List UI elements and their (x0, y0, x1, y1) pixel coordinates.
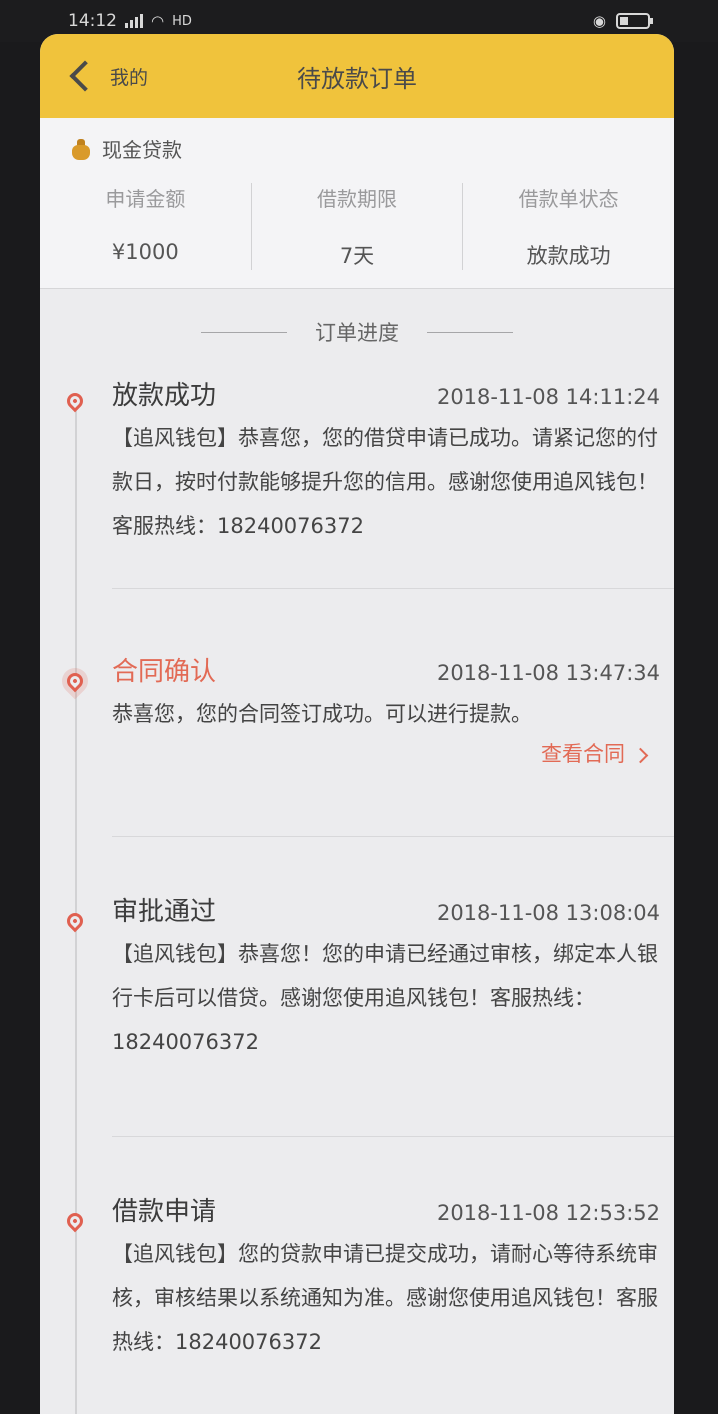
timeline-event: 放款成功 2018-11-08 14:11:24 【追风钱包】恭喜您，您的借贷申… (40, 371, 674, 588)
divider-line (427, 331, 513, 333)
event-time: 2018-11-08 12:53:52 (436, 1201, 660, 1225)
chevron-left-icon (69, 60, 101, 92)
summary-value: 7天 (339, 244, 375, 268)
back-label: 我的 (110, 66, 149, 89)
alarm-icon: ◉ (592, 12, 606, 30)
back-button[interactable]: 我的 (69, 60, 149, 92)
event-time: 2018-11-08 13:47:34 (436, 661, 660, 685)
event-body: 【追风钱包】恭喜您！您的申请已经通过审核，绑定本人银行卡后可以借贷。感谢您使用追… (112, 942, 658, 1054)
hd-badge: HD (172, 13, 192, 29)
summary-title: 现金贷款 (102, 138, 182, 162)
status-time: 14:12 (68, 11, 117, 31)
money-bag-icon (70, 138, 92, 160)
summary-status: 借款单状态 放款成功 (463, 183, 674, 270)
nav-bar: 我的 待放款订单 (40, 34, 674, 118)
progress-title: 订单进度 (315, 321, 399, 345)
timeline-event: 借款申请 2018-11-08 12:53:52 【追风钱包】您的贷款申请已提交… (40, 1137, 674, 1414)
location-drop-icon (63, 1209, 87, 1233)
summary-term: 借款期限 7天 (252, 183, 464, 270)
progress-header: 订单进度 (40, 289, 674, 371)
view-contract-label: 查看合同 (541, 742, 625, 766)
signal-icon (125, 14, 143, 28)
app-screen: 我的 待放款订单 现金贷款 申请金额 ¥1000 借款期限 7天 借款单状态 放… (40, 34, 674, 1414)
summary-label: 借款期限 (317, 187, 397, 211)
summary-value: ¥1000 (111, 240, 179, 264)
divider-line (201, 331, 287, 333)
chevron-right-icon (632, 747, 649, 763)
timeline-event: 审批通过 2018-11-08 13:08:04 【追风钱包】恭喜您！您的申请已… (40, 837, 674, 1136)
event-time: 2018-11-08 14:11:24 (436, 385, 660, 409)
event-body: 【追风钱包】恭喜您，您的借贷申请已成功。请紧记您的付款日，按时付款能够提升您的信… (112, 426, 658, 538)
timeline-event-active: 合同确认 2018-11-08 13:47:34 恭喜您，您的合同签订成功。可以… (40, 589, 674, 836)
summary-amount: 申请金额 ¥1000 (40, 183, 252, 270)
loan-summary: 现金贷款 申请金额 ¥1000 借款期限 7天 借款单状态 放款成功 (40, 118, 674, 289)
summary-label: 借款单状态 (518, 187, 619, 211)
summary-label: 申请金额 (105, 187, 186, 211)
event-time: 2018-11-08 13:08:04 (436, 901, 660, 925)
event-title: 审批通过 (112, 897, 217, 927)
event-body: 【追风钱包】您的贷款申请已提交成功，请耐心等待系统审核，审核结果以系统通知为准。… (112, 1242, 658, 1354)
event-title: 合同确认 (112, 657, 217, 687)
event-body: 恭喜您，您的合同签订成功。可以进行提款。 (112, 702, 532, 726)
location-drop-icon (63, 669, 87, 693)
location-drop-icon (63, 389, 87, 413)
wifi-icon: ◠ (151, 12, 165, 30)
view-contract-link[interactable]: 查看合同 (112, 738, 660, 768)
battery-icon (616, 13, 653, 29)
summary-value: 放款成功 (526, 244, 611, 268)
order-timeline: 放款成功 2018-11-08 14:11:24 【追风钱包】恭喜您，您的借贷申… (40, 371, 674, 1414)
location-drop-icon (63, 909, 87, 933)
event-title: 借款申请 (112, 1197, 217, 1227)
event-title: 放款成功 (112, 381, 217, 411)
